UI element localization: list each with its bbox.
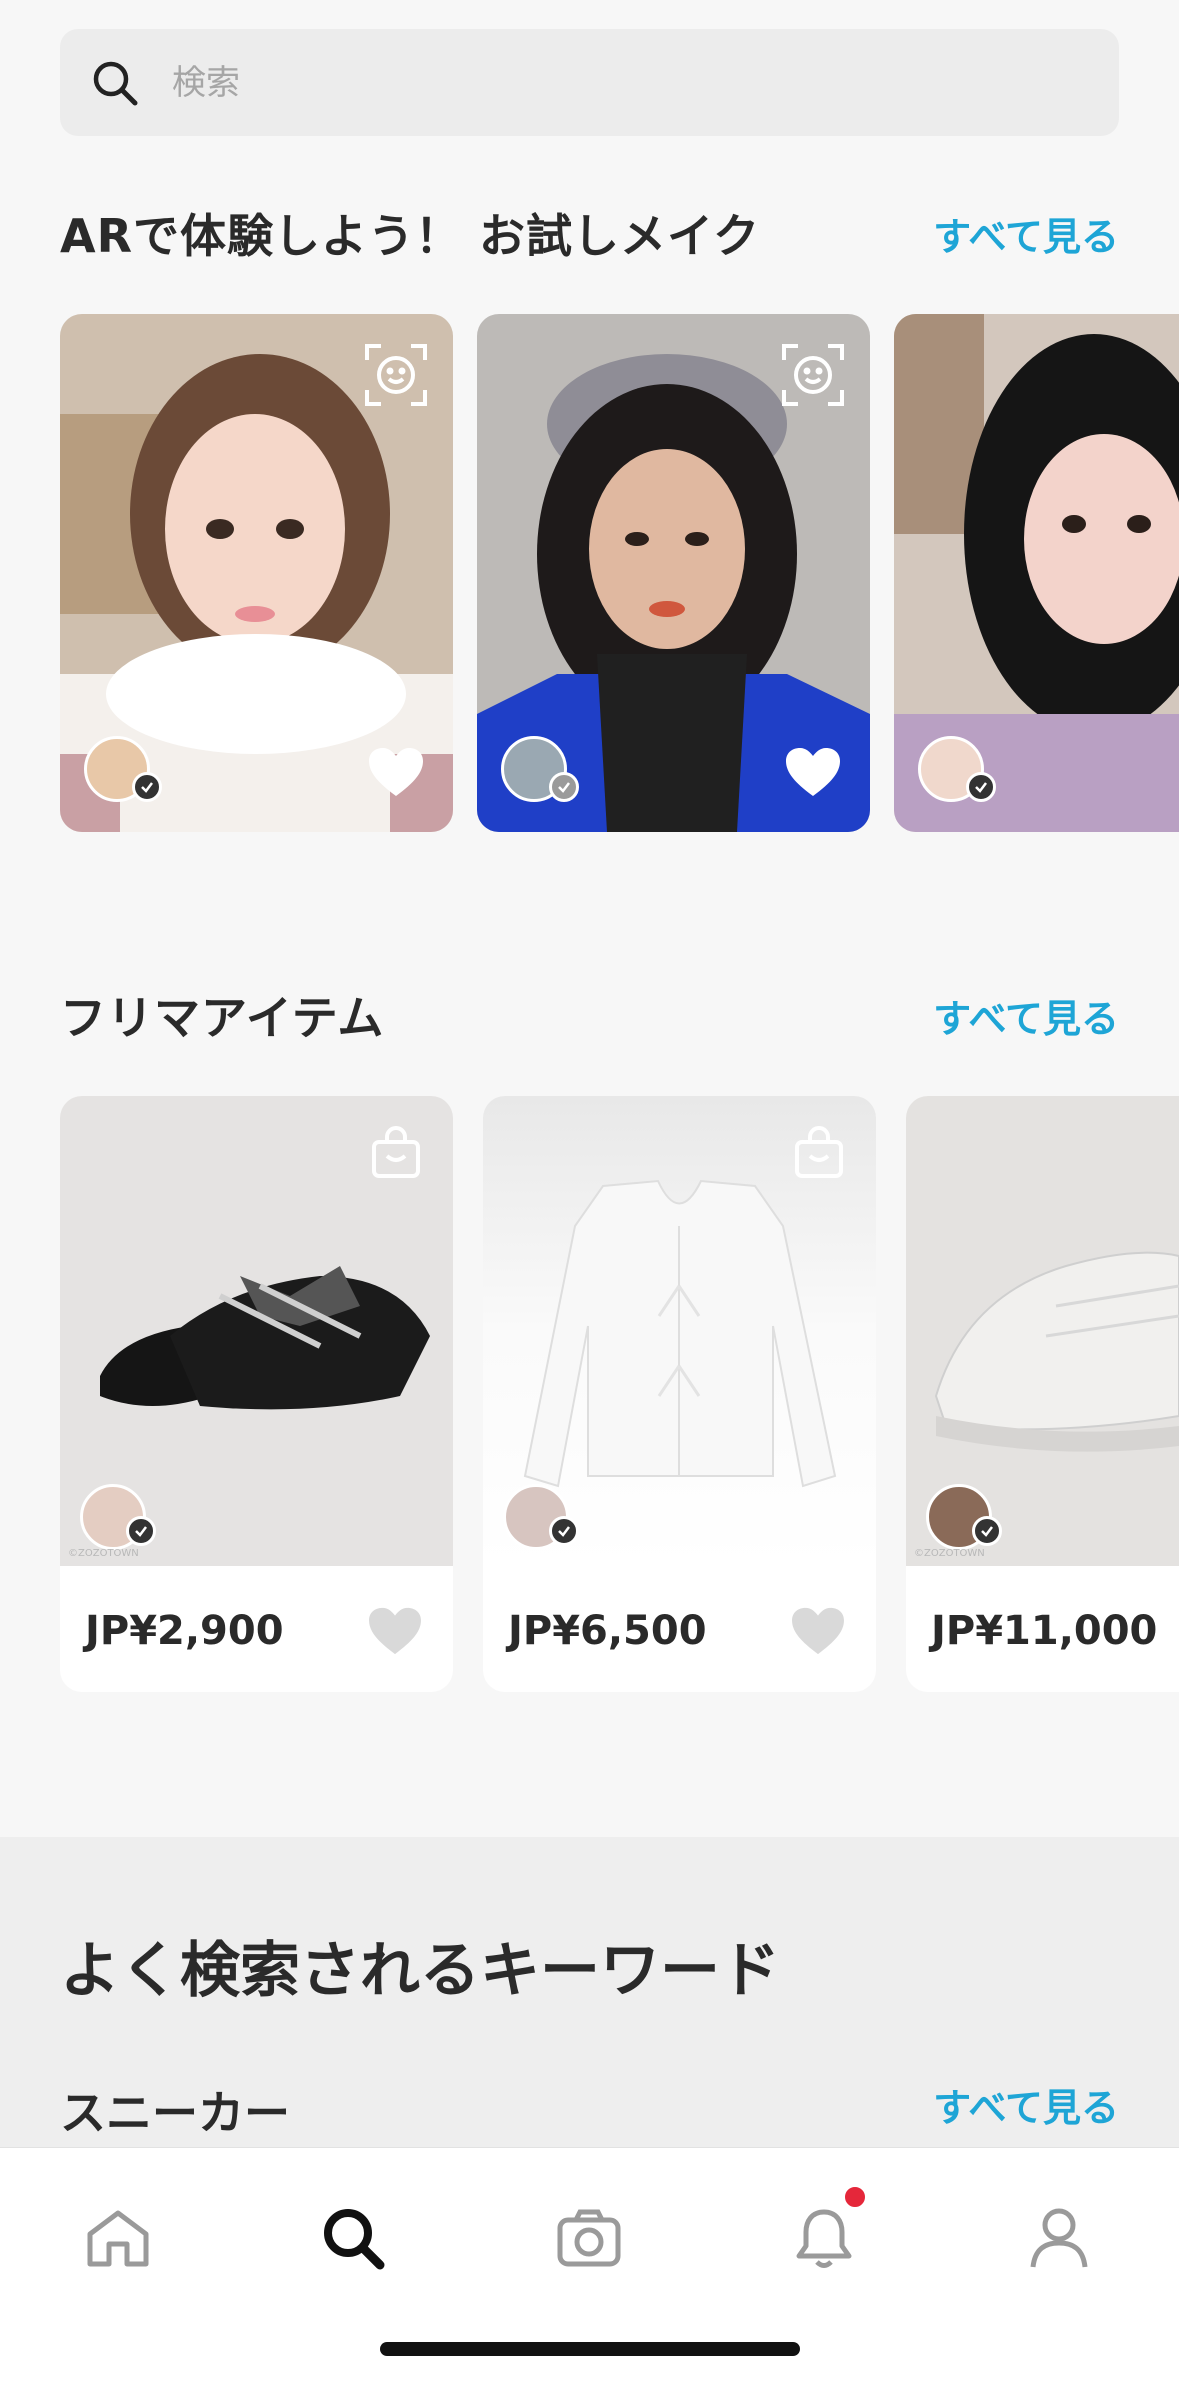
bell-icon (796, 2209, 852, 2268)
bottom-tab-bar (0, 2147, 1179, 2396)
camera-icon (557, 2209, 621, 2267)
profile-icon (1030, 2208, 1088, 2268)
keyword-title: スニーカー (60, 2086, 290, 2140)
fleamarket-section-title: フリマアイテム (60, 991, 385, 1045)
search-icon (324, 2209, 385, 2270)
notification-badge (842, 2184, 868, 2210)
product-card[interactable]: JP¥6,500 (483, 1096, 876, 1692)
fleamarket-see-all-link[interactable]: すべて見る (933, 988, 1119, 1043)
ar-section-header: ARで体験しよう！ お試しメイク すべて見る (60, 200, 1119, 266)
product-price: JP¥2,900 (85, 1608, 284, 1654)
product-card[interactable]: ©ZOZOTOWN JP¥2,900 (60, 1096, 453, 1692)
ar-card[interactable] (477, 314, 870, 832)
shopping-bag-icon (369, 1126, 423, 1184)
keyword-see-all-link[interactable]: すべて見る (933, 2077, 1119, 2143)
verified-badge-icon (966, 772, 996, 802)
verified-badge-icon (972, 1516, 1002, 1546)
tab-home[interactable] (58, 2188, 178, 2288)
heart-icon[interactable] (784, 746, 842, 802)
heart-icon[interactable] (367, 1606, 423, 1660)
shopping-bag-icon (792, 1126, 846, 1184)
home-icon (87, 2210, 149, 2267)
image-watermark: ©ZOZOTOWN (914, 1548, 985, 1559)
heart-icon[interactable] (790, 1606, 846, 1660)
heart-icon[interactable] (367, 746, 425, 802)
home-indicator (380, 2342, 800, 2356)
tab-profile[interactable] (999, 2188, 1119, 2288)
tab-notifications[interactable] (764, 2184, 884, 2288)
product-price: JP¥6,500 (508, 1608, 707, 1654)
verified-badge-icon (132, 772, 162, 802)
ar-card[interactable] (894, 314, 1179, 832)
keywords-section: よく検索されるキーワード スニーカー すべて見る (0, 1837, 1179, 2147)
verified-badge-icon (549, 1516, 579, 1546)
fleamarket-section-header: フリマアイテム すべて見る (60, 982, 1119, 1048)
verified-badge-icon (549, 772, 579, 802)
search-input[interactable] (170, 29, 1119, 136)
face-scan-icon (365, 344, 427, 410)
product-card[interactable]: ©ZOZOTOWN JP¥11,000 (906, 1096, 1179, 1692)
tab-camera[interactable] (529, 2188, 649, 2288)
image-watermark: ©ZOZOTOWN (68, 1548, 139, 1559)
search-icon (60, 57, 170, 109)
keywords-section-title: よく検索されるキーワード (60, 1936, 780, 2006)
verified-badge-icon (126, 1516, 156, 1546)
face-scan-icon (782, 344, 844, 410)
ar-card[interactable] (60, 314, 453, 832)
ar-section-title: ARで体験しよう！ お試しメイク (60, 209, 761, 263)
tab-search[interactable] (293, 2188, 413, 2288)
product-price: JP¥11,000 (931, 1608, 1158, 1654)
ar-see-all-link[interactable]: すべて見る (933, 206, 1119, 261)
search-bar[interactable] (60, 29, 1119, 136)
keyword-row-header: スニーカー すべて見る (60, 2077, 1119, 2143)
